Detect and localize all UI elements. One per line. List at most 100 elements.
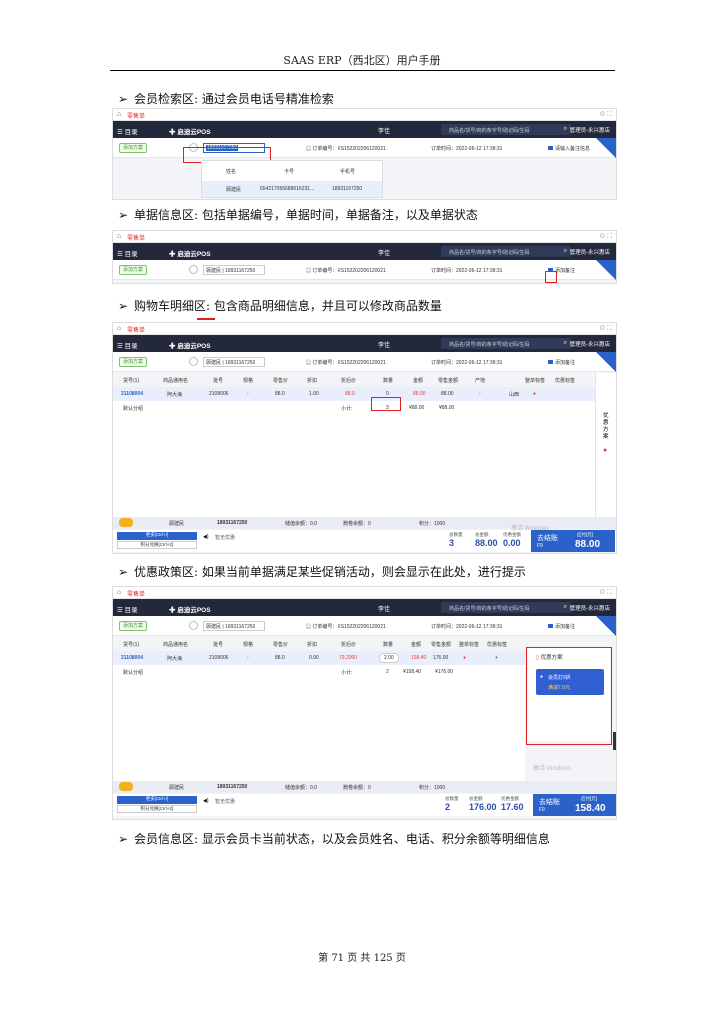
speaker-icon: ◀) <box>203 798 209 804</box>
top-bar: ☰ 目录 ✚ 启迪云POS 李佳 商品名/货号/商的条字号/助记码/生码 ⌕ 管理… <box>113 335 616 352</box>
product-search-input[interactable]: 商品名/货号/商的条字号/助记码/生码 ⌕ <box>441 124 571 135</box>
cashier-name: 李佳 <box>378 607 391 613</box>
tab-bar: ⌂ 零售单 ⊙ ⛶ <box>113 323 616 335</box>
product-search-input[interactable]: 商品名/货号/商的条字号/助记码/生码 ⌕ <box>441 602 571 613</box>
table-row[interactable]: 21108004 阿大海 2108006 - 88.0 0.90 79.2000… <box>113 651 525 665</box>
highlight-box <box>526 647 612 745</box>
top-bar: ☰ 目录 ✚ 启迪云POS 李佳 商品名/货号/商的条字号/助记码/生码 ⌕ 管理… <box>113 599 616 616</box>
note-input[interactable]: 请输入备注信息 <box>548 145 590 152</box>
arrow-icon: ➢ <box>118 208 129 222</box>
status-corner <box>596 352 616 372</box>
cart-subtotal: 默认分组 小计: 3 ¥88.00 ¥88.00 <box>123 405 455 412</box>
total-amount: 总金额 176.00 <box>469 796 497 812</box>
highlight-box <box>545 271 557 283</box>
add-plan-button[interactable]: 添加方案 <box>119 265 147 275</box>
promo-dot-icon: ● <box>533 391 537 397</box>
underline-mark <box>197 318 215 320</box>
add-plan-button[interactable]: 添加方案 <box>119 143 147 153</box>
more-button[interactable]: 更多[Ctrl+/] <box>117 796 197 804</box>
watermark: 激活 Windows <box>533 766 572 772</box>
add-plan-button[interactable]: 添加方案 <box>119 357 147 367</box>
note-button[interactable]: 添加备注 <box>548 359 575 366</box>
window-controls-icon[interactable]: ⊙ ⛶ <box>599 232 612 241</box>
tab-retail[interactable]: 零售单 <box>127 325 145 334</box>
screenshot-promo: ⌂ 零售单 ⊙ ⛶ ☰ 目录 ✚ 启迪云POS 李佳 商品名/货号/商的条字号/… <box>112 586 617 820</box>
home-icon[interactable]: ⌂ <box>117 111 121 118</box>
app-logo: ✚ 启迪云POS <box>169 343 211 350</box>
cashier-name: 李佳 <box>378 251 391 257</box>
tab-retail[interactable]: 零售单 <box>127 589 145 598</box>
side-promo-panel[interactable]: 优惠方案 ● <box>595 373 616 518</box>
screenshot-member-search: ⌂ 零售单 ⊙ ⛶ ☰ 目录 ✚ 启迪云POS 李佳 商品名/货号/商的条字号/… <box>112 108 617 200</box>
product-search-input[interactable]: 商品名/货号/商的条字号/助记码/生码 ⌕ <box>441 246 571 257</box>
cart-grid-header: 货号(1) 商品通用名 批号 规格 零售价 折扣 折后价 数量 金额 零售金额 … <box>113 373 595 387</box>
arrow-icon: ➢ <box>118 832 129 846</box>
checkout-button[interactable]: 去结账 F9 应付[元] 88.00 <box>531 530 615 552</box>
quantity-input[interactable]: 2.00 <box>379 653 399 663</box>
member-field[interactable]: 顾建民 | 18931167250 <box>203 357 265 367</box>
cashier-name: 李佳 <box>378 343 391 349</box>
status-corner <box>596 616 616 636</box>
discount-amount: 优惠金额 17.60 <box>501 796 524 812</box>
order-number: ▤ 订单编号：XS152202206120021 <box>306 624 386 630</box>
page-footer: 第 71 页 共 125 页 <box>318 953 406 964</box>
product-search-input[interactable]: 商品名/货号/商的条字号/助记码/生码 ⌕ <box>441 338 571 349</box>
checkout-button[interactable]: 去结账 F9 应付[元] 158.40 <box>533 794 616 816</box>
window-controls-icon[interactable]: ⊙ ⛶ <box>599 110 612 119</box>
table-row[interactable]: 21108004 阿大海 2108006 - 88.0 1.00 88.0 0 … <box>113 387 595 401</box>
promo-dot-icon: ● <box>463 655 467 661</box>
order-info-bar: 添加方案 顾建民 | 18931167250 ▤ 订单编号：XS15220220… <box>113 260 616 280</box>
top-bar: ☰ 目录 ✚ 启迪云POS 李佳 商品名/货号/商的条字号/助记码/生码 ⌕ 管理… <box>113 121 616 138</box>
status-corner <box>596 138 616 158</box>
window-controls-icon[interactable]: ⊙ ⛶ <box>599 588 612 597</box>
home-icon[interactable]: ⌂ <box>117 589 121 596</box>
bullet-promo: ➢ 优惠政策区: 如果当前单据满足某些促销活动，则会显示在此处，进行提示 <box>118 565 526 579</box>
more-button[interactable]: 更多[Ctrl+/] <box>117 532 197 540</box>
order-time: 订单时间：2022-06-12 17:38:31 <box>431 360 503 366</box>
member-card-icon <box>119 782 133 791</box>
order-number: ▤ 订单编号：XS152202206120021 <box>306 268 386 274</box>
top-bar: ☰ 目录 ✚ 启迪云POS 李佳 商品名/货号/商的条字号/助记码/生码 ⌕ 管理… <box>113 243 616 260</box>
add-plan-button[interactable]: 添加方案 <box>119 621 147 631</box>
points-exchange-button[interactable]: 积分兑换[Ctrl+Z] <box>117 805 197 813</box>
order-time: 订单时间：2022-06-12 17:38:31 <box>431 146 503 152</box>
menu-button[interactable]: ☰ 目录 <box>117 126 138 136</box>
menu-button[interactable]: ☰ 目录 <box>117 248 138 258</box>
tab-bar: ⌂ 零售单 ⊙ ⛶ <box>113 109 616 121</box>
cashier-name: 李佳 <box>378 129 391 135</box>
tab-retail[interactable]: 零售单 <box>127 111 145 120</box>
search-icon[interactable]: ⌕ <box>564 126 567 133</box>
arrow-icon: ➢ <box>118 565 129 579</box>
header-rule <box>110 70 615 71</box>
member-field[interactable]: 顾建民 | 18931167250 <box>203 265 265 275</box>
cart-grid-header: 货号(1) 商品通用名 批号 规格 零售价 折扣 折后价 数量 金额 零售金额 … <box>113 637 525 651</box>
app-logo: ✚ 启迪云POS <box>169 129 211 136</box>
note-button[interactable]: 添加备注 <box>548 623 575 630</box>
member-field[interactable]: 顾建民 | 18931167250 <box>203 621 265 631</box>
member-info-bar: 顾建民 18931167250 储值余额：0.0 赠卷余额：0 积分：1000 <box>113 781 616 793</box>
scrollbar[interactable] <box>613 732 616 750</box>
dropdown-row[interactable]: 顾建民 654217056688616231... 18931167250 <box>202 181 382 197</box>
search-icon[interactable]: ⌕ <box>564 248 567 255</box>
home-icon[interactable]: ⌂ <box>117 325 121 332</box>
menu-button[interactable]: ☰ 目录 <box>117 340 138 350</box>
status-corner <box>596 260 616 280</box>
cart-subtotal: 默认分组 小计: 2 ¥158.40 ¥176.00 <box>123 669 454 676</box>
member-avatar-icon <box>189 621 198 630</box>
search-icon[interactable]: ⌕ <box>564 340 567 347</box>
bullet-member-search: ➢ 会员检索区: 通过会员电话号精准检索 <box>118 92 334 106</box>
home-icon[interactable]: ⌂ <box>117 233 121 240</box>
member-card-icon <box>119 518 133 527</box>
points-exchange-button[interactable]: 积分兑换[Ctrl+Z] <box>117 541 197 549</box>
member-avatar-icon <box>189 357 198 366</box>
window-controls-icon[interactable]: ⊙ ⛶ <box>599 324 612 333</box>
screenshot-order-info: ⌂ 零售单 ⊙ ⛶ ☰ 目录 ✚ 启迪云POS 李佳 商品名/货号/商的条字号/… <box>112 230 617 284</box>
watermark: 激活 Windows <box>511 526 550 532</box>
bullet-order-info: ➢ 单据信息区: 包括单据编号，单据时间，单据备注，以及单据状态 <box>118 208 478 222</box>
menu-button[interactable]: ☰ 目录 <box>117 604 138 614</box>
order-time: 订单时间：2022-06-12 17:38:31 <box>431 268 503 274</box>
tab-retail[interactable]: 零售单 <box>127 233 145 242</box>
app-logo: ✚ 启迪云POS <box>169 607 211 614</box>
order-info-bar: 添加方案 顾建民 | 18931167250 ▤ 订单编号：XS15220220… <box>113 352 616 372</box>
search-icon[interactable]: ⌕ <box>564 604 567 611</box>
